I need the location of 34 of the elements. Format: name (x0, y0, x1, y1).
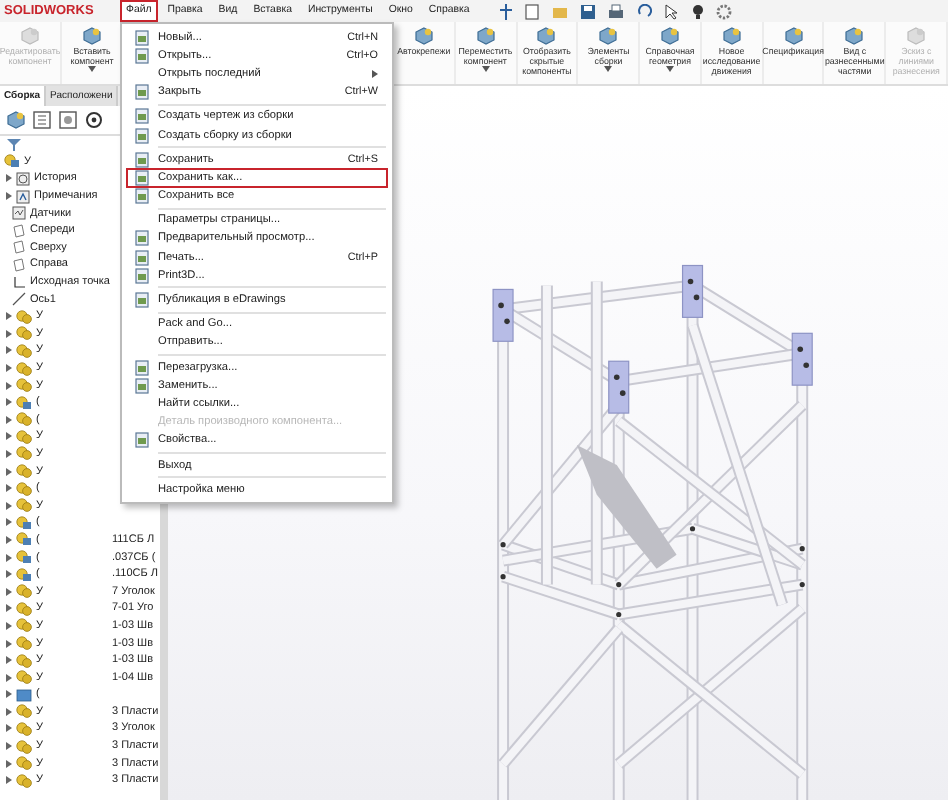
cube-icon (82, 26, 102, 46)
cube-icon (783, 26, 804, 46)
property-icon[interactable] (32, 110, 52, 130)
assembly-icon (4, 154, 20, 169)
caret-icon (88, 66, 96, 72)
undo-icon[interactable] (635, 3, 652, 19)
file-icon (134, 432, 150, 449)
new-document-icon[interactable] (523, 3, 540, 19)
caret-icon (666, 66, 675, 72)
note-icon (16, 189, 30, 204)
cube-icon (413, 26, 434, 46)
bulb-icon[interactable] (691, 3, 704, 19)
cube-icon (844, 26, 865, 46)
caret-icon (481, 66, 490, 72)
target-icon[interactable] (84, 110, 104, 130)
configuration-icon[interactable] (58, 110, 78, 130)
cube-icon (598, 26, 619, 46)
cube-icon (660, 26, 681, 46)
axis-icon (12, 292, 26, 307)
print-icon[interactable] (607, 3, 624, 19)
submenu-arrow-icon (372, 69, 378, 78)
cube-icon (475, 26, 496, 46)
filter-icon[interactable] (6, 137, 22, 152)
feature-manager-icon (6, 110, 26, 130)
caret-icon (604, 66, 613, 72)
save-icon[interactable] (579, 3, 596, 19)
origin-icon (12, 275, 26, 290)
folder-icon (16, 687, 32, 702)
pointer-icon[interactable] (663, 3, 680, 19)
clock-icon (16, 171, 30, 186)
cube-icon (721, 26, 742, 46)
assembly-icon (16, 395, 32, 410)
cube-icon (536, 26, 557, 46)
sensor-icon (12, 206, 26, 221)
